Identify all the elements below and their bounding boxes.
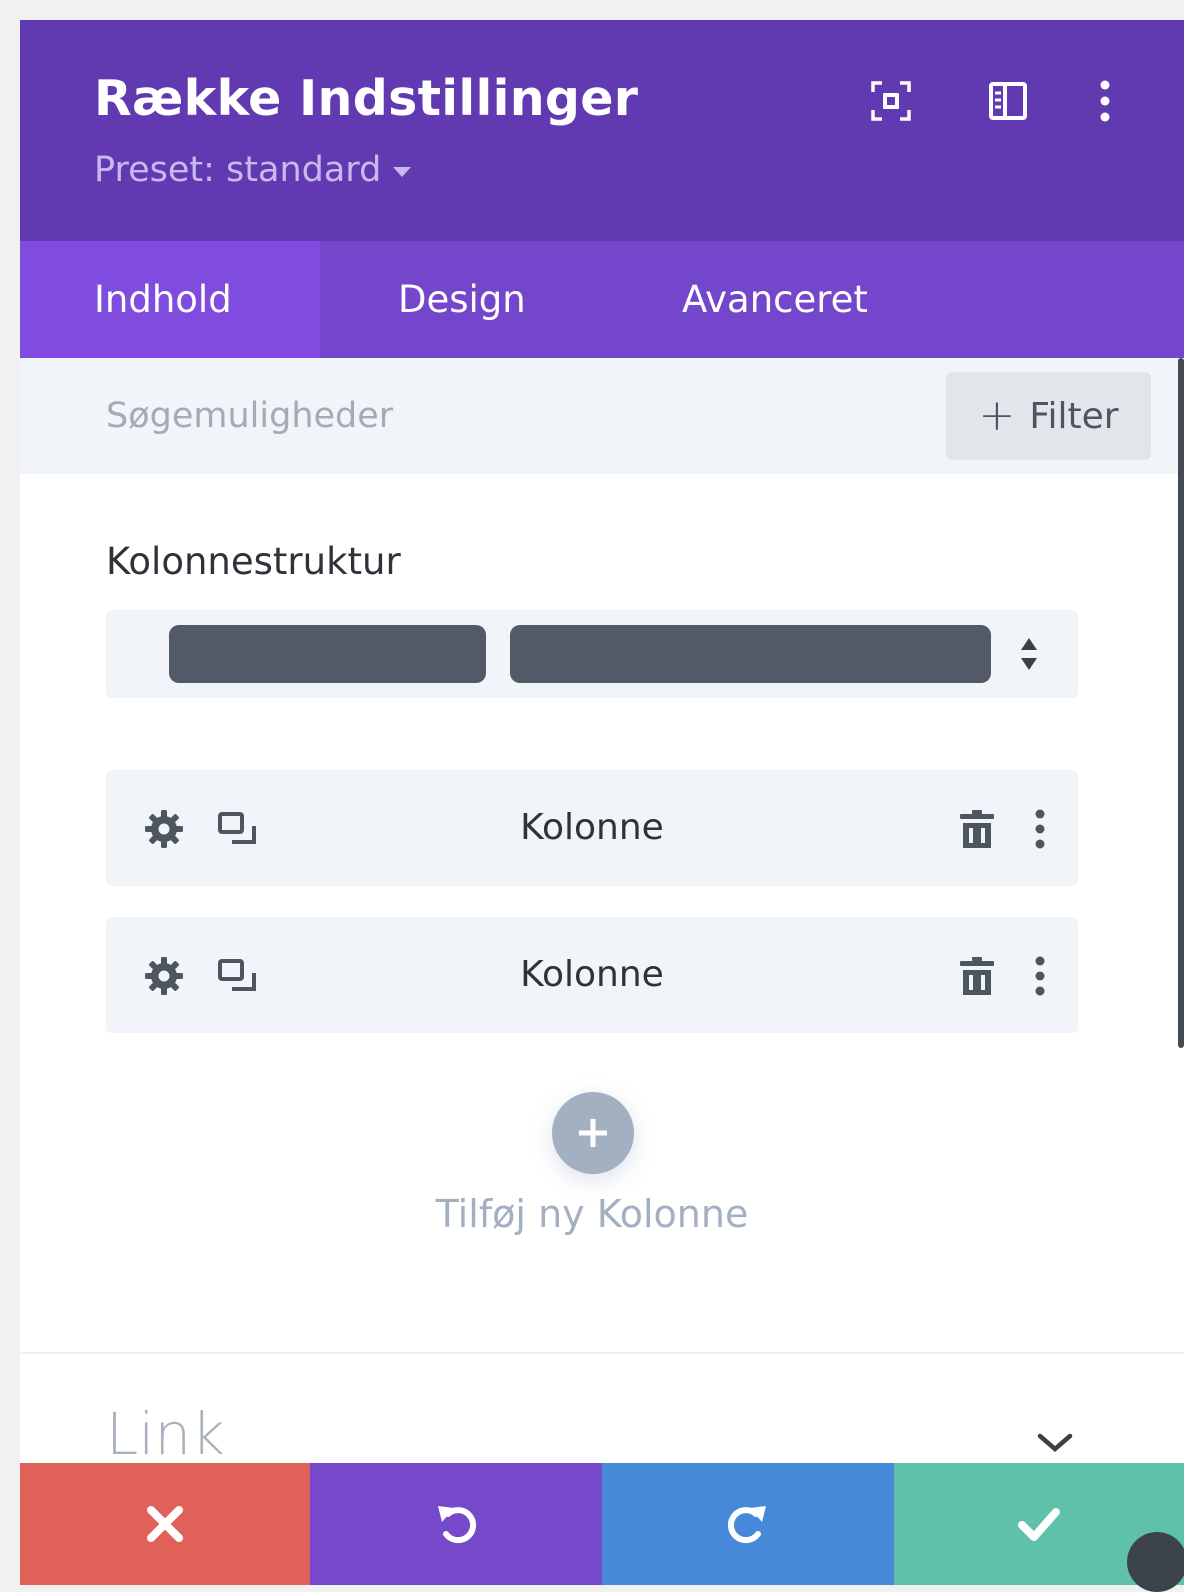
add-column-button[interactable] [552, 1092, 634, 1174]
trash-icon[interactable] [956, 808, 998, 850]
row-settings-panel: Række Indstillinger Preset: standard Ind… [20, 20, 1184, 1585]
preset-selector[interactable]: Preset: standard [94, 150, 412, 190]
tab-design[interactable]: Design [398, 241, 526, 358]
tab-bar: Indhold Design Avanceret [20, 241, 1184, 358]
column-structure-select[interactable] [106, 610, 1078, 698]
more-vertical-icon[interactable] [1083, 79, 1127, 123]
filter-label: Filter [1029, 395, 1119, 437]
filter-button[interactable]: + Filter [946, 372, 1151, 460]
column-structure-bar [510, 625, 991, 683]
plus-icon: + [978, 390, 1016, 441]
column-structure-bar [169, 625, 486, 683]
preset-label: Preset: standard [94, 150, 382, 190]
gear-icon[interactable] [143, 955, 185, 997]
sidebar-layout-icon[interactable] [986, 79, 1030, 123]
column-structure-label: Kolonnestruktur [106, 540, 401, 583]
more-vertical-icon[interactable] [1019, 808, 1061, 850]
bottom-action-bar [20, 1463, 1184, 1585]
close-icon [147, 1506, 183, 1542]
search-input[interactable] [94, 358, 914, 474]
column-row: Kolonne [106, 770, 1078, 886]
panel-title: Række Indstillinger [94, 70, 639, 127]
tab-indhold[interactable]: Indhold [20, 241, 320, 358]
duplicate-icon[interactable] [216, 808, 258, 850]
check-icon [1018, 1508, 1060, 1541]
duplicate-icon[interactable] [216, 955, 258, 997]
undo-icon [438, 1506, 477, 1544]
gear-icon[interactable] [143, 808, 185, 850]
scrollbar[interactable] [1178, 358, 1184, 1048]
divider [20, 1352, 1184, 1354]
help-bubble[interactable] [1127, 1532, 1184, 1592]
plus-icon [579, 1119, 607, 1147]
cancel-button[interactable] [20, 1463, 310, 1585]
add-column-label[interactable]: Tilføj ny Kolonne [20, 1192, 1164, 1236]
select-arrows-icon [1021, 638, 1037, 670]
panel-header: Række Indstillinger Preset: standard [20, 20, 1184, 241]
search-bar: + Filter [20, 358, 1184, 474]
trash-icon[interactable] [956, 955, 998, 997]
fullscreen-icon[interactable] [869, 79, 913, 123]
chevron-down-icon[interactable] [1034, 1428, 1076, 1456]
caret-down-icon [393, 167, 412, 177]
redo-button[interactable] [602, 1463, 894, 1585]
tab-avanceret[interactable]: Avanceret [682, 241, 868, 358]
link-section-title[interactable]: Link [106, 1400, 225, 1468]
redo-icon [727, 1506, 766, 1544]
more-vertical-icon[interactable] [1019, 955, 1061, 997]
column-row: Kolonne [106, 917, 1078, 1033]
undo-button[interactable] [310, 1463, 602, 1585]
